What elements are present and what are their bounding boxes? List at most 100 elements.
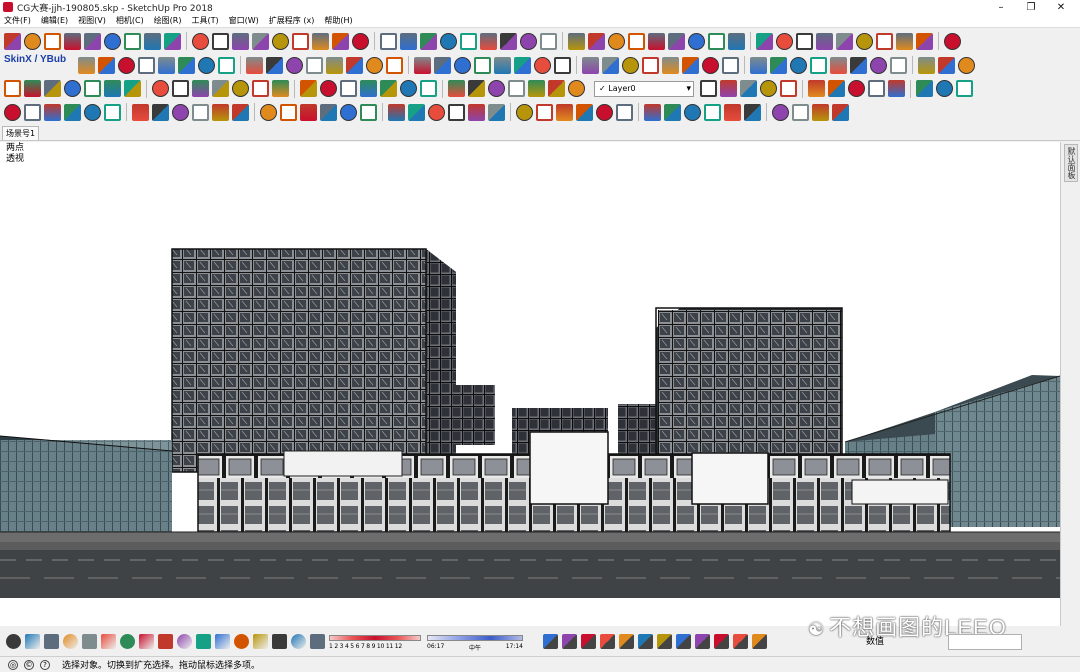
tool-button-icon[interactable]	[64, 32, 81, 50]
tool-button-icon[interactable]	[664, 103, 681, 121]
tool-button-icon[interactable]	[104, 103, 121, 121]
tool-button-icon[interactable]	[266, 56, 283, 74]
tool-button-icon[interactable]	[434, 56, 451, 74]
extension-tool-icon[interactable]	[543, 634, 558, 649]
tool-button-icon[interactable]	[554, 56, 571, 74]
tool-button-icon[interactable]	[272, 32, 289, 50]
tool-button-icon[interactable]	[4, 32, 21, 50]
tool-button-icon[interactable]	[828, 80, 845, 97]
view-tool-icon[interactable]	[234, 634, 249, 649]
tool-button-icon[interactable]	[810, 56, 827, 74]
tool-button-icon[interactable]	[556, 103, 573, 121]
tool-button-icon[interactable]	[488, 103, 505, 121]
tool-button-icon[interactable]	[724, 103, 741, 121]
default-tray-tab[interactable]: 默认面板	[1064, 144, 1078, 182]
tool-button-icon[interactable]	[516, 103, 533, 121]
tool-button-icon[interactable]	[956, 80, 973, 97]
tool-button-icon[interactable]	[332, 32, 349, 50]
tool-button-icon[interactable]	[44, 103, 61, 121]
credits-icon[interactable]: ©	[24, 659, 34, 670]
extension-tool-icon[interactable]	[581, 634, 596, 649]
view-tool-icon[interactable]	[196, 634, 211, 649]
tool-button-icon[interactable]	[888, 80, 905, 97]
tool-button-icon[interactable]	[84, 103, 101, 121]
extension-tool-icon[interactable]	[562, 634, 577, 649]
tool-button-icon[interactable]	[944, 32, 961, 50]
tool-button-icon[interactable]	[232, 80, 249, 97]
tool-button-icon[interactable]	[340, 80, 357, 97]
tool-button-icon[interactable]	[568, 80, 585, 97]
tool-button-icon[interactable]	[662, 56, 679, 74]
tool-button-icon[interactable]	[832, 103, 849, 121]
tool-button-icon[interactable]	[104, 80, 121, 97]
tool-button-icon[interactable]	[468, 103, 485, 121]
tool-button-icon[interactable]	[776, 32, 793, 50]
extension-tool-icon[interactable]	[638, 634, 653, 649]
tool-button-icon[interactable]	[848, 80, 865, 97]
tool-button-icon[interactable]	[172, 103, 189, 121]
tool-button-icon[interactable]	[420, 32, 437, 50]
tool-button-icon[interactable]	[576, 103, 593, 121]
tool-button-icon[interactable]	[380, 80, 397, 97]
tool-button-icon[interactable]	[138, 56, 155, 74]
menu-edit[interactable]: 编辑(E)	[41, 15, 68, 26]
tool-button-icon[interactable]	[24, 80, 41, 97]
tool-button-icon[interactable]	[78, 56, 95, 74]
menu-file[interactable]: 文件(F)	[4, 15, 31, 26]
tool-button-icon[interactable]	[420, 80, 437, 97]
tool-button-icon[interactable]	[528, 80, 545, 97]
tool-button-icon[interactable]	[98, 56, 115, 74]
tool-button-icon[interactable]	[124, 80, 141, 97]
view-tool-icon[interactable]	[291, 634, 306, 649]
tool-button-icon[interactable]	[460, 32, 477, 50]
tool-button-icon[interactable]	[84, 80, 101, 97]
geo-location-icon[interactable]: ◎	[8, 659, 18, 670]
tool-button-icon[interactable]	[380, 32, 397, 50]
tool-button-icon[interactable]	[164, 32, 181, 50]
tool-button-icon[interactable]	[414, 56, 431, 74]
tool-button-icon[interactable]	[958, 56, 975, 74]
tool-button-icon[interactable]	[582, 56, 599, 74]
tool-button-icon[interactable]	[772, 103, 789, 121]
tool-button-icon[interactable]	[24, 32, 41, 50]
extension-tool-icon[interactable]	[752, 634, 767, 649]
tool-button-icon[interactable]	[668, 32, 685, 50]
view-tool-icon[interactable]	[101, 634, 116, 649]
tool-button-icon[interactable]	[118, 56, 135, 74]
view-tool-icon[interactable]	[158, 634, 173, 649]
tool-button-icon[interactable]	[64, 103, 81, 121]
tool-button-icon[interactable]	[428, 103, 445, 121]
tool-button-icon[interactable]	[388, 103, 405, 121]
scene-tab-1[interactable]: 场景号1	[2, 126, 40, 140]
tool-button-icon[interactable]	[760, 80, 777, 97]
tool-button-icon[interactable]	[796, 32, 813, 50]
layer-dropdown[interactable]: ✓ Layer0	[594, 80, 694, 97]
tool-button-icon[interactable]	[770, 56, 787, 74]
tool-button-icon[interactable]	[320, 80, 337, 97]
tool-button-icon[interactable]	[386, 56, 403, 74]
tool-button-icon[interactable]	[252, 80, 269, 97]
tool-button-icon[interactable]	[158, 56, 175, 74]
tool-button-icon[interactable]	[252, 32, 269, 50]
tool-button-icon[interactable]	[84, 32, 101, 50]
close-button[interactable]: ✕	[1046, 0, 1076, 14]
tool-button-icon[interactable]	[936, 80, 953, 97]
tool-button-icon[interactable]	[830, 56, 847, 74]
tool-button-icon[interactable]	[280, 103, 297, 121]
view-tool-icon[interactable]	[44, 634, 59, 649]
tool-button-icon[interactable]	[548, 80, 565, 97]
tool-button-icon[interactable]	[212, 103, 229, 121]
tool-button-icon[interactable]	[916, 32, 933, 50]
menu-extensions[interactable]: 扩展程序 (x)	[269, 15, 315, 26]
tool-button-icon[interactable]	[326, 56, 343, 74]
tool-button-icon[interactable]	[816, 32, 833, 50]
menu-help[interactable]: 帮助(H)	[324, 15, 352, 26]
tool-button-icon[interactable]	[728, 32, 745, 50]
tool-button-icon[interactable]	[756, 32, 773, 50]
tool-button-icon[interactable]	[648, 32, 665, 50]
extension-tool-icon[interactable]	[657, 634, 672, 649]
tool-button-icon[interactable]	[124, 32, 141, 50]
tool-button-icon[interactable]	[212, 80, 229, 97]
view-tool-icon[interactable]	[310, 634, 325, 649]
tool-button-icon[interactable]	[780, 80, 797, 97]
